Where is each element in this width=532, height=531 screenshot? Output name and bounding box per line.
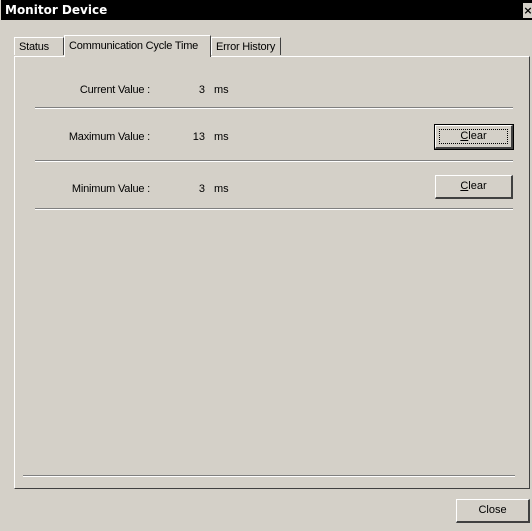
clear-minimum-label: lear	[468, 180, 487, 192]
maximum-value: 13	[192, 131, 205, 143]
minimum-value: 3	[198, 183, 205, 195]
close-button-label: Close	[478, 504, 507, 516]
tab-communication-cycle-time[interactable]: Communication Cycle Time	[64, 35, 211, 57]
focus-rectangle	[439, 129, 508, 144]
window-title: Monitor Device	[5, 3, 108, 17]
separator	[35, 107, 513, 109]
current-value-label: Current Value :	[79, 84, 150, 96]
maximum-value-label: Maximum Value :	[68, 131, 150, 143]
tab-panel: Current Value : 3 ms Maximum Value : 13 …	[14, 56, 530, 489]
minimum-value-label: Minimum Value :	[71, 183, 150, 195]
close-button[interactable]: Close	[456, 499, 530, 523]
clear-minimum-button[interactable]: Clear	[435, 175, 513, 199]
bottom-separator	[23, 475, 515, 477]
close-icon[interactable]: ×	[523, 3, 532, 18]
current-value: 3	[198, 84, 205, 96]
separator	[35, 208, 513, 210]
minimum-value-unit: ms	[214, 183, 229, 195]
monitor-device-window: Monitor Device × Status Communication Cy…	[0, 0, 532, 531]
tab-communication-cycle-time-label: Communication Cycle Time	[69, 40, 199, 52]
title-bar[interactable]: Monitor Device ×	[1, 0, 532, 20]
tab-status-label: Status	[19, 41, 49, 53]
tab-status[interactable]: Status	[14, 37, 64, 55]
tab-error-history-label: Error History	[216, 41, 276, 53]
tab-error-history[interactable]: Error History	[211, 37, 281, 55]
clear-maximum-button[interactable]: Clear	[434, 124, 514, 150]
maximum-value-unit: ms	[214, 131, 229, 143]
separator	[35, 160, 513, 162]
current-value-unit: ms	[214, 84, 229, 96]
